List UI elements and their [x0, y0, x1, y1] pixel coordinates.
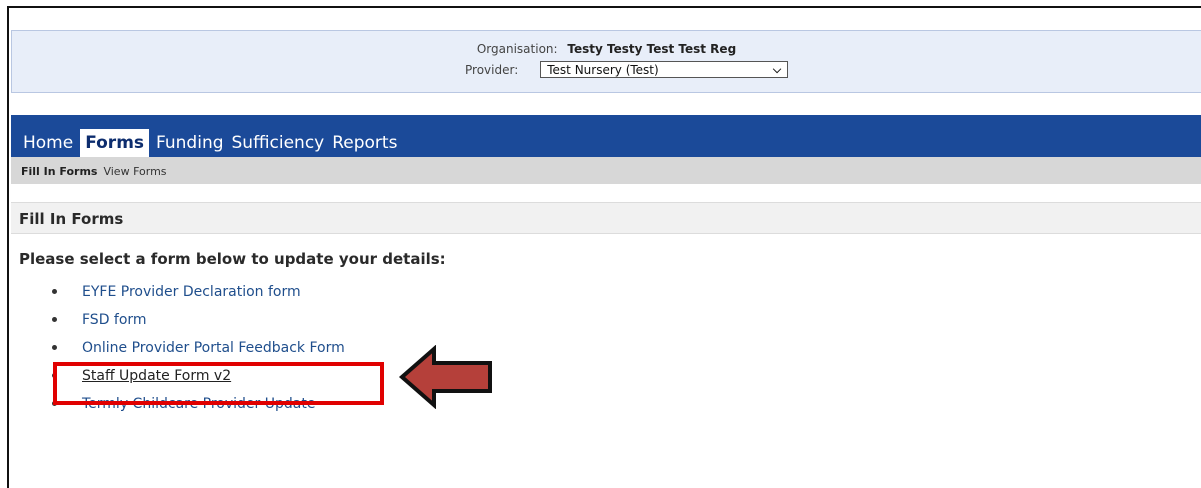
organisation-line: Organisation: Testy Testy Test Test Reg: [12, 42, 1201, 56]
form-link-fsd[interactable]: FSD form: [82, 312, 147, 328]
chevron-down-icon: ⌵: [772, 62, 782, 76]
form-link-online-provider-feedback[interactable]: Online Provider Portal Feedback Form: [82, 340, 345, 356]
bullet-icon: [52, 289, 57, 294]
bullet-icon: [52, 317, 57, 322]
organisation-label: Organisation:: [476, 42, 558, 56]
provider-label: Provider:: [465, 62, 519, 77]
provider-line: Provider: Test Nursery (Test) ⌵: [465, 61, 789, 78]
left-arrow-icon: [398, 345, 492, 409]
subnav-fill-in-forms[interactable]: Fill In Forms: [21, 165, 97, 178]
bullet-icon: [52, 345, 57, 350]
tab-funding[interactable]: Funding: [152, 129, 227, 157]
organisation-panel: Organisation: Testy Testy Test Test Reg …: [11, 30, 1201, 93]
subnav-view-forms[interactable]: View Forms: [103, 165, 166, 178]
list-item: EYFE Provider Declaration form: [52, 282, 345, 310]
form-link-eyfe-provider-declaration[interactable]: EYFE Provider Declaration form: [82, 284, 301, 300]
instruction-text: Please select a form below to update you…: [19, 250, 446, 268]
highlight-box: [53, 362, 384, 405]
tab-reports[interactable]: Reports: [328, 129, 401, 157]
organisation-value: Testy Testy Test Test Reg: [567, 42, 737, 56]
main-navbar: Home Forms Funding Sufficiency Reports: [11, 115, 1201, 157]
provider-select[interactable]: Test Nursery (Test) ⌵: [540, 61, 789, 78]
tab-home[interactable]: Home: [23, 129, 77, 157]
provider-selected-value: Test Nursery (Test): [547, 62, 659, 77]
tab-sufficiency[interactable]: Sufficiency: [228, 129, 329, 157]
tab-forms[interactable]: Forms: [80, 129, 150, 157]
section-header: Fill In Forms: [11, 202, 1201, 234]
sub-navigation: Fill In Forms View Forms: [11, 157, 1201, 184]
list-item: FSD form: [52, 310, 345, 338]
page-title: Fill In Forms: [19, 210, 124, 228]
